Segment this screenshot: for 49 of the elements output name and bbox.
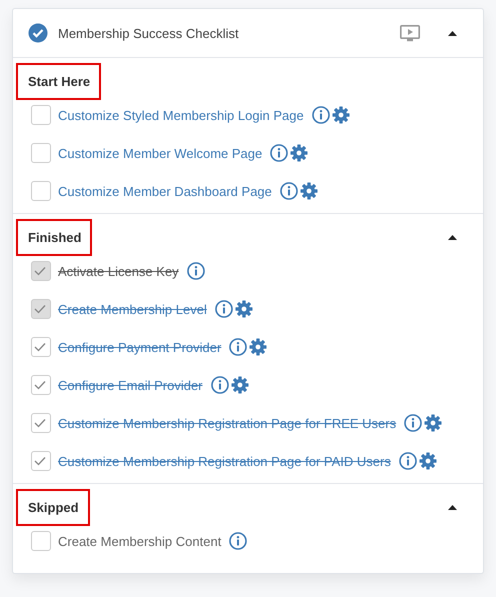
info-icon[interactable] — [280, 182, 298, 200]
checkbox[interactable] — [31, 181, 51, 201]
settings-icon[interactable] — [300, 182, 318, 200]
settings-icon[interactable] — [249, 338, 268, 356]
settings-icon[interactable] — [290, 144, 308, 162]
check-circle-icon — [28, 23, 48, 43]
settings-icon[interactable] — [424, 414, 442, 432]
info-icon[interactable] — [214, 300, 233, 318]
info-icon[interactable] — [404, 414, 422, 432]
task-link[interactable]: Customize Member Welcome Page — [58, 146, 262, 160]
info-icon[interactable] — [210, 376, 229, 394]
settings-icon[interactable] — [230, 376, 249, 394]
info-icon[interactable] — [270, 144, 288, 162]
task-link[interactable]: Customize Membership Registration Page for FREE Users — [58, 416, 396, 430]
checkbox[interactable] — [31, 375, 51, 395]
settings-icon[interactable] — [332, 106, 350, 124]
info-icon[interactable] — [229, 338, 248, 356]
check-icon — [34, 342, 46, 352]
section-title: Start Here — [16, 62, 102, 100]
checkbox[interactable] — [31, 531, 51, 551]
check-icon — [34, 266, 46, 276]
caret-icon[interactable] — [448, 504, 457, 510]
checkbox[interactable] — [31, 337, 51, 357]
caret-icon[interactable] — [448, 30, 457, 36]
check-icon — [34, 380, 46, 390]
info-icon[interactable] — [312, 106, 330, 124]
task-link[interactable]: Configure Payment Provider — [58, 340, 222, 354]
checkbox[interactable] — [31, 413, 51, 433]
task-label: Create Membership Content — [58, 534, 222, 548]
checklist-title: Membership Success Checklist — [58, 26, 240, 40]
task-label: Activate License Key — [58, 264, 179, 278]
settings-icon[interactable] — [418, 452, 437, 470]
info-icon[interactable] — [398, 452, 417, 470]
checkbox[interactable] — [31, 143, 51, 163]
checkbox[interactable] — [31, 105, 51, 125]
task-link[interactable]: Configure Email Provider — [58, 378, 203, 392]
info-icon[interactable] — [229, 532, 248, 550]
video-icon[interactable] — [400, 24, 420, 42]
checkbox[interactable] — [31, 451, 51, 471]
check-icon — [34, 304, 46, 314]
section-title: Skipped — [16, 488, 90, 526]
task-link[interactable]: Customize Member Dashboard Page — [58, 184, 272, 198]
task-link[interactable]: Customize Styled Membership Login Page — [58, 108, 304, 122]
task-link[interactable]: Customize Membership Registration Page for PAID Users — [58, 454, 391, 468]
check-icon — [34, 418, 46, 428]
check-icon — [34, 456, 46, 466]
section-title: Finished — [16, 218, 92, 256]
caret-icon[interactable] — [448, 234, 457, 240]
info-icon[interactable] — [186, 262, 205, 280]
